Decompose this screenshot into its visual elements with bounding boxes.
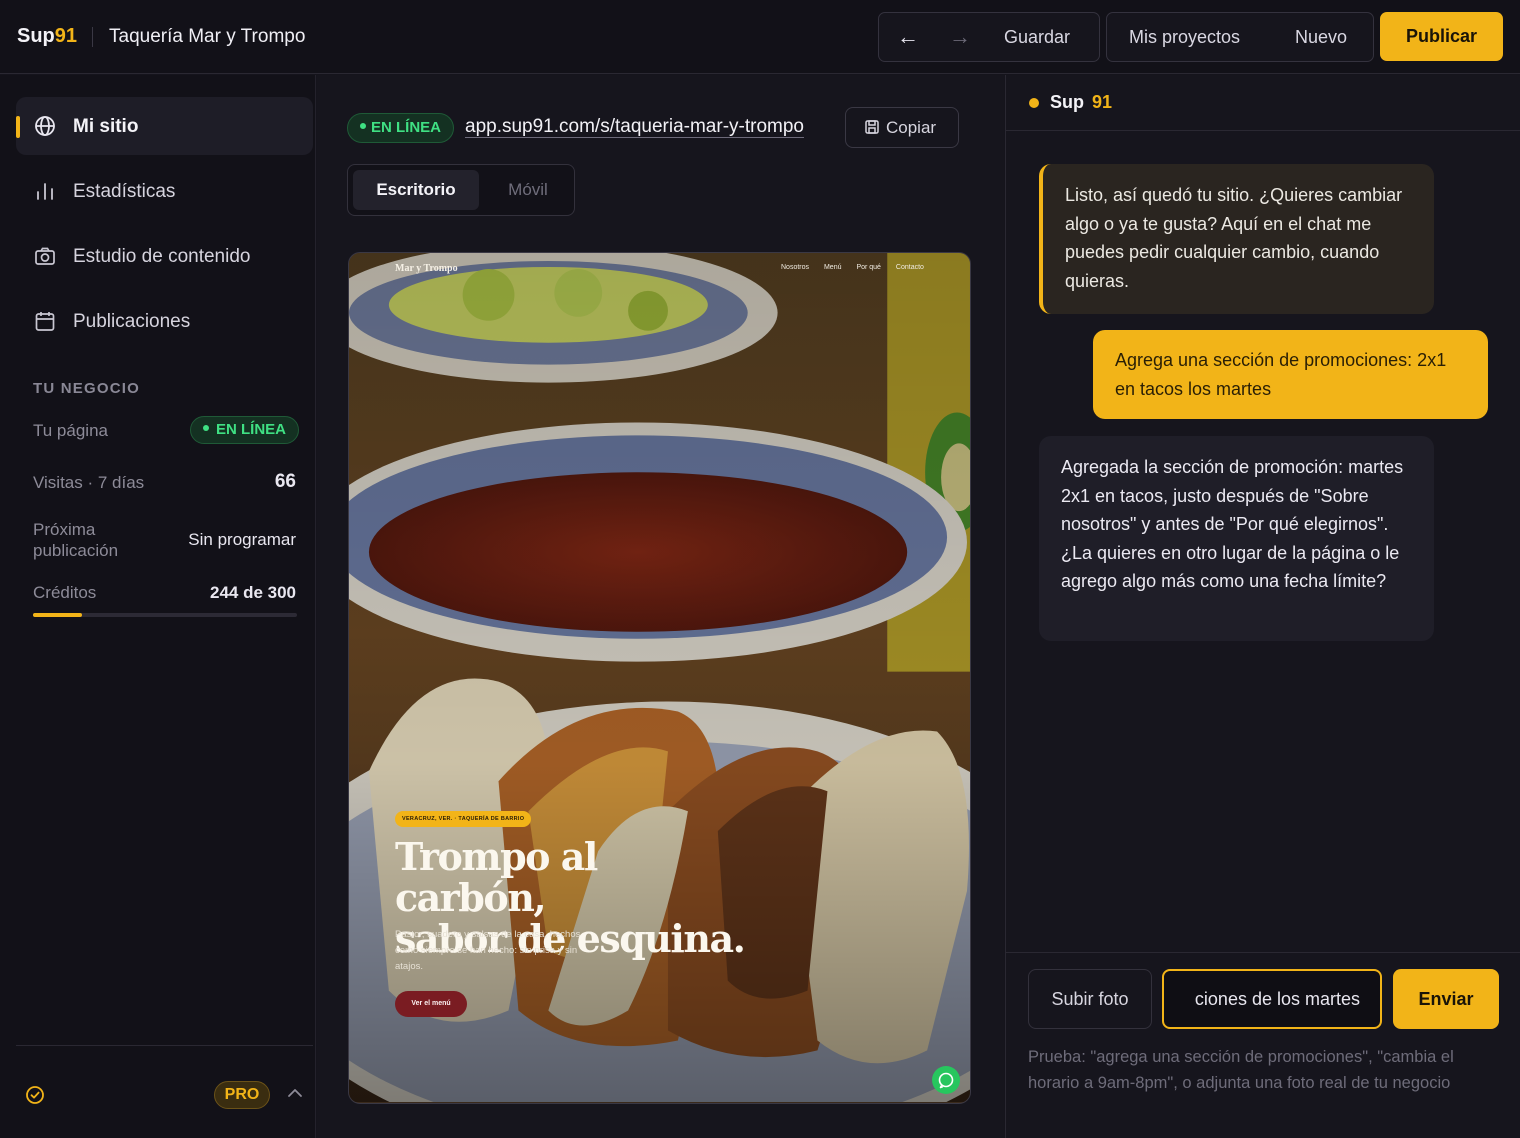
page-status-label: Tu página [33, 421, 108, 440]
sidebar-item-publications[interactable]: Publicaciones [16, 292, 313, 350]
top-bar: Sup91 Taquería Mar y Trompo ← → Guardar … [0, 0, 1520, 74]
preview-menu-button[interactable]: Ver el menú [395, 991, 467, 1017]
undo-arrow-icon[interactable]: ← [897, 13, 919, 61]
preview-nav-link[interactable]: Contacto [896, 264, 924, 271]
whatsapp-icon[interactable] [932, 1066, 960, 1094]
user-message: Agrega una sección de promociones: 2x1 e… [1093, 330, 1488, 419]
assistant-message: Agregada la sección de promoción: martes… [1039, 436, 1434, 641]
credits-label: Créditos [33, 583, 97, 602]
assistant-name: Sup 91 [1050, 92, 1113, 112]
visits-value: 66 [274, 471, 296, 492]
website-preview[interactable]: Mar y Trompo Nosotros Menú Por qué Conta… [348, 252, 971, 1104]
preview-hero-subtitle: Pastor, suadero y salsas de la casa, hec… [395, 929, 581, 972]
preview-nav-link[interactable]: Por qué [856, 264, 881, 271]
preview-nav-link[interactable]: Menú [824, 264, 842, 271]
plan-badge: PRO [214, 1081, 270, 1109]
chat-message-input[interactable] [1162, 969, 1382, 1029]
preview-nav-link[interactable]: Nosotros [781, 264, 809, 271]
credits-progress-bar [33, 613, 297, 617]
sidebar-item-statistics[interactable]: Estadísticas [16, 162, 313, 220]
sidebar-item-label: Estadísticas [73, 181, 176, 202]
preview-location-tag: VERACRUZ, VER. · TAQUERÍA DE BARRIO [395, 811, 532, 827]
next-publication-value: Sin programar [188, 530, 296, 549]
calendar-icon [35, 312, 55, 331]
chat-hint: Prueba: "agrega una sección de promocion… [1028, 1048, 1454, 1092]
credits-progress-fill [33, 613, 83, 617]
divider [1006, 952, 1520, 953]
project-group: Mis proyectos Nuevo [1106, 12, 1374, 62]
send-button[interactable]: Enviar [1393, 969, 1499, 1029]
site-url-link[interactable]: app.sup91.com/s/taqueria-mar-y-trompo [465, 116, 804, 138]
next-publication-label: Próxima publicación [33, 520, 119, 560]
chat-header: Sup 91 [1006, 75, 1520, 131]
preview-brand: Mar y Trompo [395, 263, 458, 274]
new-project-button[interactable]: Nuevo [1295, 13, 1347, 61]
redo-arrow-icon[interactable]: → [949, 13, 971, 61]
my-projects-button[interactable]: Mis proyectos [1129, 13, 1240, 61]
assistant-message: Listo, así quedó tu sitio. ¿Quieres camb… [1039, 164, 1434, 314]
sidebar-item-content-studio[interactable]: Estudio de contenido [16, 227, 313, 285]
site-preview-area: EN LÍNEA app.sup91.com/s/taqueria-mar-y-… [317, 75, 1004, 1138]
history-group: ← → Guardar [878, 12, 1100, 62]
publish-button[interactable]: Publicar [1380, 12, 1503, 61]
sidebar-item-label: Mi sitio [73, 116, 139, 137]
chevron-up-icon[interactable] [285, 1083, 305, 1103]
sidebar-item-my-site[interactable]: Mi sitio [16, 97, 313, 155]
camera-icon [35, 247, 55, 265]
credits-value: 244 de 300 [209, 583, 296, 602]
save-button[interactable]: Guardar [1004, 13, 1070, 61]
sidebar-item-label: Estudio de contenido [73, 246, 251, 267]
divider [92, 27, 93, 47]
business-section-title: TU NEGOCIO [33, 380, 141, 397]
tab-desktop[interactable]: Escritorio [353, 170, 479, 210]
sidebar: Mi sitio Estadísticas Estudio de conteni… [0, 75, 316, 1138]
save-disk-icon [865, 120, 879, 134]
divider [16, 1045, 313, 1046]
visits-label: Visitas · 7 días [33, 473, 145, 492]
preview-nav: Nosotros Menú Por qué Contacto [781, 264, 937, 271]
upload-photo-button[interactable]: Subir foto [1028, 969, 1152, 1029]
brand-logo[interactable]: Sup91 [17, 25, 77, 48]
hero-title-line: Trompo al carbón, [395, 834, 598, 920]
assistant-chat-panel: Sup 91 Listo, así quedó tu sitio. ¿Quiere… [1005, 75, 1520, 1138]
globe-icon [35, 116, 55, 136]
tab-mobile[interactable]: Móvil [488, 170, 568, 210]
online-status-badge: EN LÍNEA [190, 416, 300, 444]
assistant-status-dot [1029, 98, 1039, 108]
online-status-badge: EN LÍNEA [347, 113, 455, 143]
view-mode-toggle: Escritorio Móvil [347, 164, 575, 216]
sidebar-item-label: Publicaciones [73, 311, 191, 332]
bar-chart-icon [37, 183, 53, 200]
copy-url-button[interactable]: Copiar [845, 107, 959, 148]
check-circle-icon [26, 1086, 44, 1104]
copy-label: Copiar [886, 118, 937, 137]
site-name: Taquería Mar y Trompo [109, 26, 306, 47]
